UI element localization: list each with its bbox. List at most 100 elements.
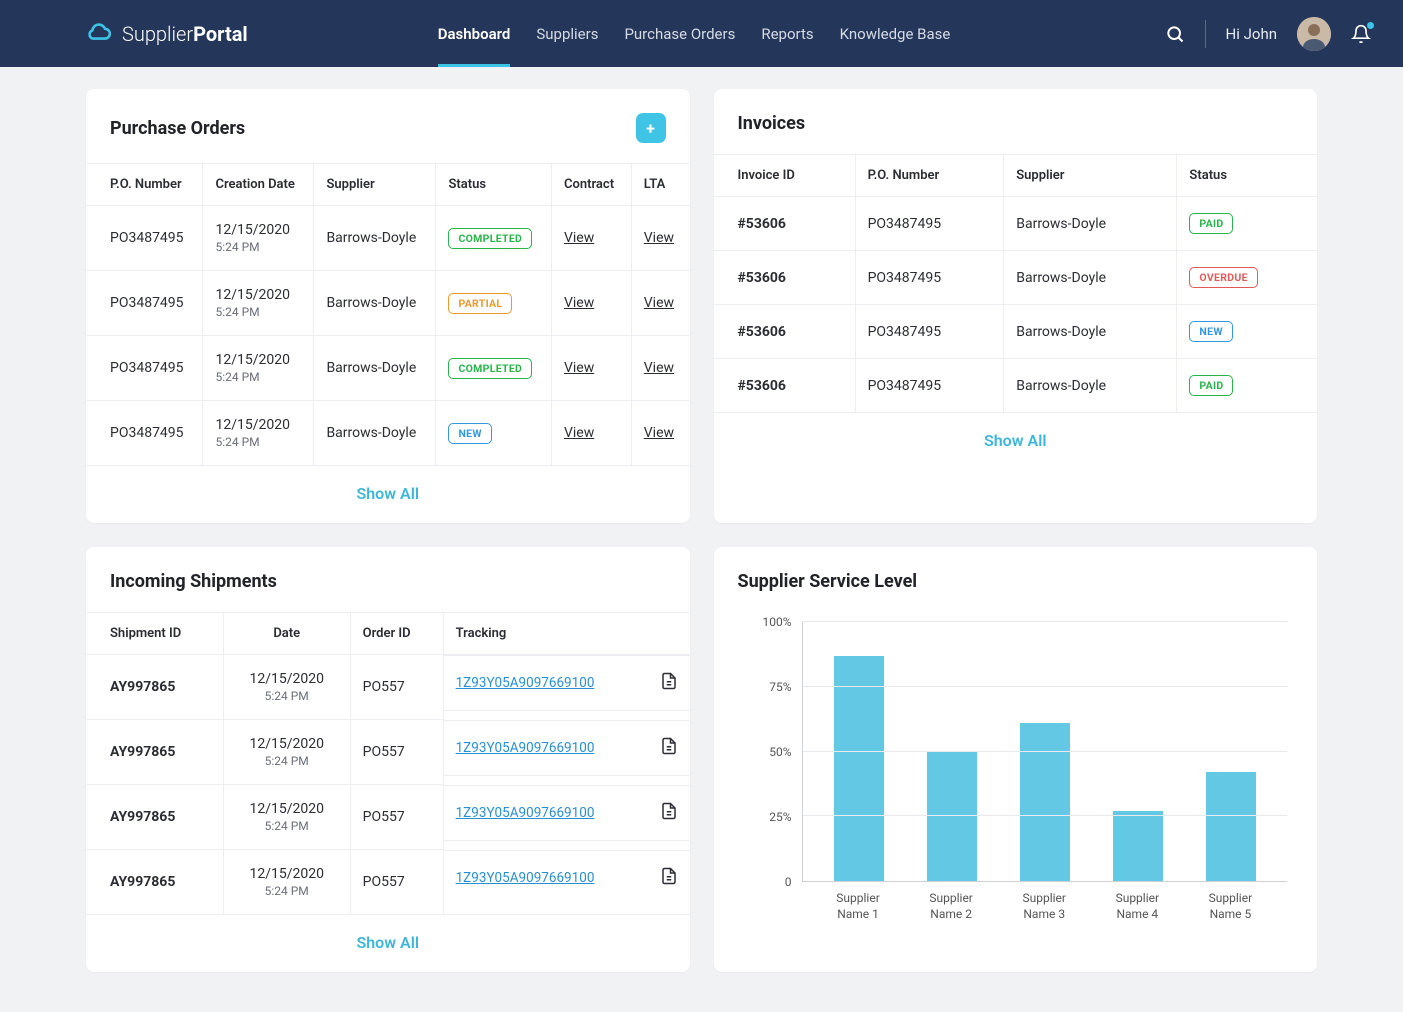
status-badge: PAID xyxy=(1189,213,1233,234)
chart-plot xyxy=(802,622,1288,882)
inv-col-po[interactable]: P.O. Number xyxy=(855,155,1004,197)
ship-col-id[interactable]: Shipment ID xyxy=(86,613,223,655)
table-row[interactable]: PO3487495 12/15/20205:24 PM Barrows-Doyl… xyxy=(86,206,690,271)
nav-suppliers[interactable]: Suppliers xyxy=(536,0,598,67)
ship-col-order[interactable]: Order ID xyxy=(350,613,443,655)
po-contract-link[interactable]: View xyxy=(564,295,594,311)
x-label: Supplier Name 2 xyxy=(921,890,981,922)
shipment-order: PO557 xyxy=(350,655,443,720)
po-date: 12/15/20205:24 PM xyxy=(203,271,314,336)
document-icon[interactable] xyxy=(660,672,678,694)
invoices-show-all[interactable]: Show All xyxy=(984,431,1047,450)
table-row[interactable]: #53606 PO3487495 Barrows-Doyle PAID xyxy=(714,197,1318,251)
po-col-contract[interactable]: Contract xyxy=(551,164,631,206)
notification-dot xyxy=(1367,22,1374,29)
po-contract-link[interactable]: View xyxy=(564,360,594,376)
table-row[interactable]: PO3487495 12/15/20205:24 PM Barrows-Doyl… xyxy=(86,401,690,466)
table-row[interactable]: AY997865 12/15/20205:24 PM PO557 1Z93Y05… xyxy=(86,850,690,915)
add-purchase-order-button[interactable]: + xyxy=(636,113,666,143)
po-date: 12/15/20205:24 PM xyxy=(203,206,314,271)
document-icon[interactable] xyxy=(660,867,678,889)
page: Purchase Orders + P.O. Number Creation D… xyxy=(0,67,1403,1012)
tracking-link[interactable]: 1Z93Y05A9097669100 xyxy=(456,805,595,821)
nav-reports[interactable]: Reports xyxy=(761,0,813,67)
table-row[interactable]: PO3487495 12/15/20205:24 PM Barrows-Doyl… xyxy=(86,271,690,336)
po-date: 12/15/20205:24 PM xyxy=(203,401,314,466)
chart-bar[interactable] xyxy=(1113,811,1163,881)
invoice-status: PAID xyxy=(1177,197,1317,251)
shipment-id: AY997865 xyxy=(86,850,223,915)
inv-col-id[interactable]: Invoice ID xyxy=(714,155,856,197)
table-row[interactable]: #53606 PO3487495 Barrows-Doyle PAID xyxy=(714,359,1318,413)
chart-bar[interactable] xyxy=(1206,772,1256,881)
po-contract-link[interactable]: View xyxy=(564,425,594,441)
user-greeting: Hi John xyxy=(1226,25,1277,43)
chart-bar[interactable] xyxy=(927,752,977,882)
po-col-supplier[interactable]: Supplier xyxy=(314,164,436,206)
purchase-orders-show-all[interactable]: Show All xyxy=(356,484,419,503)
shipments-card: Incoming Shipments Shipment ID Date Orde… xyxy=(86,547,690,972)
shipment-tracking-cell: 1Z93Y05A9097669100 xyxy=(444,655,690,711)
po-lta-link[interactable]: View xyxy=(644,360,674,376)
shipment-date: 12/15/20205:24 PM xyxy=(223,655,350,720)
chart-y-axis: 025%50%75%100% xyxy=(744,622,802,882)
po-lta-link[interactable]: View xyxy=(644,230,674,246)
po-lta-link[interactable]: View xyxy=(644,425,674,441)
shipments-title: Incoming Shipments xyxy=(110,571,277,592)
po-contract-link[interactable]: View xyxy=(564,230,594,246)
tracking-link[interactable]: 1Z93Y05A9097669100 xyxy=(456,740,595,756)
shipment-date: 12/15/20205:24 PM xyxy=(223,785,350,850)
document-icon[interactable] xyxy=(660,737,678,759)
table-row[interactable]: AY997865 12/15/20205:24 PM PO557 1Z93Y05… xyxy=(86,720,690,785)
y-tick: 25% xyxy=(769,810,791,824)
invoice-status: PAID xyxy=(1177,359,1317,413)
shipment-order: PO557 xyxy=(350,850,443,915)
table-row[interactable]: #53606 PO3487495 Barrows-Doyle OVERDUE xyxy=(714,251,1318,305)
po-col-status[interactable]: Status xyxy=(436,164,552,206)
shipment-order: PO557 xyxy=(350,785,443,850)
brand-logo[interactable]: SupplierPortal xyxy=(86,18,248,49)
topbar-right: Hi John xyxy=(1165,17,1371,51)
table-row[interactable]: AY997865 12/15/20205:24 PM PO557 1Z93Y05… xyxy=(86,785,690,850)
po-number: PO3487495 xyxy=(86,206,203,271)
po-col-date[interactable]: Creation Date xyxy=(203,164,314,206)
po-lta-link[interactable]: View xyxy=(644,295,674,311)
status-badge: COMPLETED xyxy=(448,228,532,249)
shipment-date: 12/15/20205:24 PM xyxy=(223,720,350,785)
ship-col-tracking[interactable]: Tracking xyxy=(443,613,689,655)
search-icon[interactable] xyxy=(1165,24,1185,44)
ship-col-date[interactable]: Date xyxy=(223,613,350,655)
y-tick: 50% xyxy=(769,745,791,759)
x-label: Supplier Name 4 xyxy=(1107,890,1167,922)
status-badge: NEW xyxy=(448,423,491,444)
nav-knowledge-base[interactable]: Knowledge Base xyxy=(840,0,951,67)
shipments-show-all[interactable]: Show All xyxy=(356,933,419,952)
chart-bar[interactable] xyxy=(1020,723,1070,881)
cloud-icon xyxy=(86,18,112,49)
po-supplier: Barrows-Doyle xyxy=(314,206,436,271)
main-nav: Dashboard Suppliers Purchase Orders Repo… xyxy=(438,0,951,67)
nav-purchase-orders[interactable]: Purchase Orders xyxy=(624,0,735,67)
invoice-id: #53606 xyxy=(714,305,856,359)
inv-col-supplier[interactable]: Supplier xyxy=(1004,155,1177,197)
table-row[interactable]: #53606 PO3487495 Barrows-Doyle NEW xyxy=(714,305,1318,359)
tracking-link[interactable]: 1Z93Y05A9097669100 xyxy=(456,870,595,886)
table-row[interactable]: PO3487495 12/15/20205:24 PM Barrows-Doyl… xyxy=(86,336,690,401)
document-icon[interactable] xyxy=(660,802,678,824)
top-bar: SupplierPortal Dashboard Suppliers Purch… xyxy=(0,0,1403,67)
chart-bar[interactable] xyxy=(834,656,884,881)
shipment-id: AY997865 xyxy=(86,785,223,850)
invoice-supplier: Barrows-Doyle xyxy=(1004,197,1177,251)
po-col-number[interactable]: P.O. Number xyxy=(86,164,203,206)
tracking-link[interactable]: 1Z93Y05A9097669100 xyxy=(456,675,595,691)
gridline xyxy=(803,621,1288,622)
nav-dashboard[interactable]: Dashboard xyxy=(438,0,511,67)
po-col-lta[interactable]: LTA xyxy=(631,164,689,206)
notifications-icon[interactable] xyxy=(1351,24,1371,44)
inv-col-status[interactable]: Status xyxy=(1177,155,1317,197)
purchase-orders-title: Purchase Orders xyxy=(110,118,245,139)
table-row[interactable]: AY997865 12/15/20205:24 PM PO557 1Z93Y05… xyxy=(86,655,690,720)
avatar[interactable] xyxy=(1297,17,1331,51)
shipments-table: Shipment ID Date Order ID Tracking AY997… xyxy=(86,612,690,914)
po-supplier: Barrows-Doyle xyxy=(314,336,436,401)
